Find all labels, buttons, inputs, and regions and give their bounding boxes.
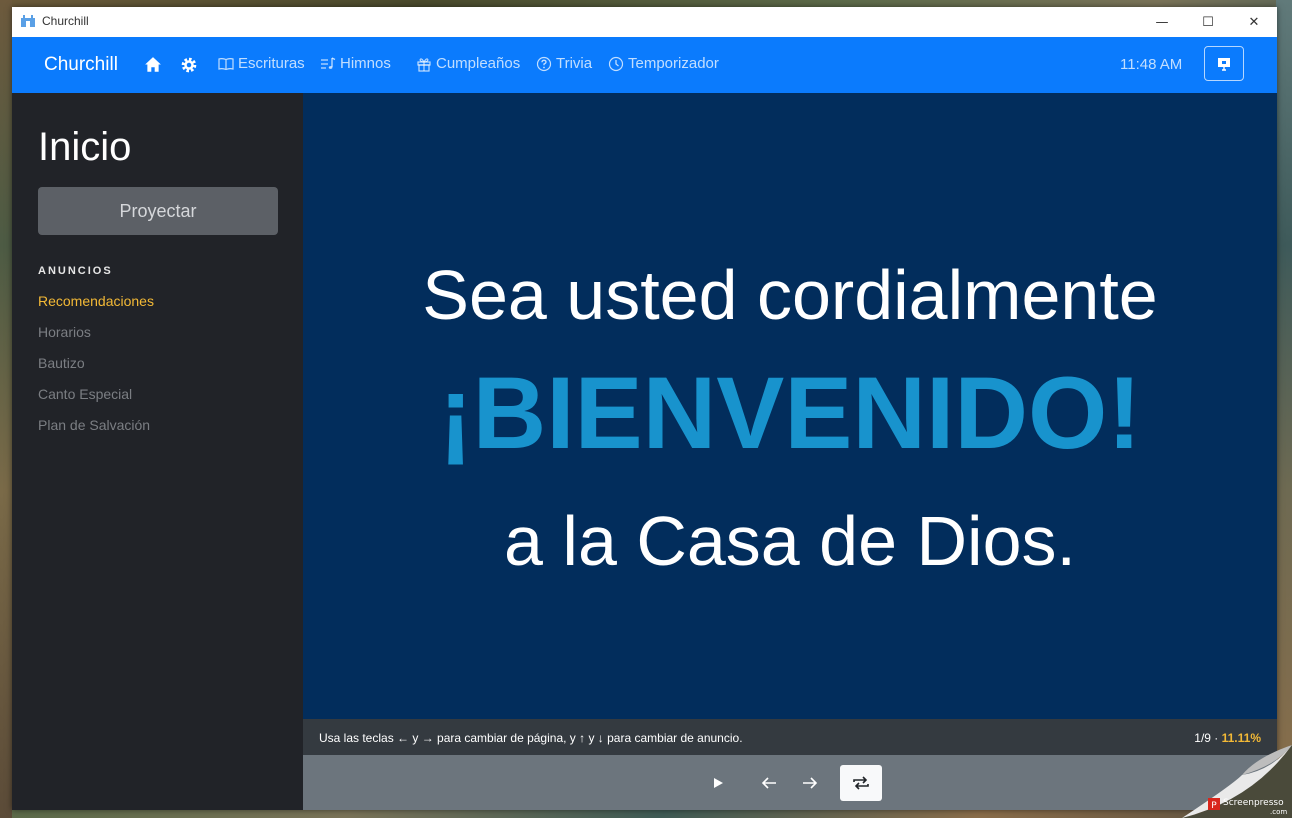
presentation-icon bbox=[1218, 57, 1230, 71]
nav-himnos[interactable]: Himnos bbox=[320, 55, 391, 72]
clock-display: 11:48 AM bbox=[1120, 56, 1183, 73]
nav-himnos-label: Himnos bbox=[340, 55, 391, 72]
title-bar[interactable]: Churchill — ☐ ✕ bbox=[12, 7, 1277, 37]
desktop-background-left bbox=[0, 0, 12, 818]
playback-controls bbox=[303, 755, 1277, 810]
slide-line-1: Sea usted cordialmente bbox=[422, 256, 1158, 334]
nav-trivia-label: Trivia bbox=[556, 55, 593, 72]
keyboard-hint: Usa las teclas ← y → para cambiar de pág… bbox=[319, 731, 743, 745]
sidebar-item-canto-especial[interactable]: Canto Especial bbox=[38, 386, 132, 402]
play-button[interactable] bbox=[698, 765, 738, 801]
window-title: Churchill bbox=[42, 14, 89, 28]
question-circle-icon bbox=[536, 56, 552, 71]
screenpresso-watermark: P Screenpresso .com bbox=[1182, 745, 1292, 818]
gift-icon bbox=[417, 57, 431, 72]
watermark-suffix: .com bbox=[1270, 808, 1287, 816]
section-heading-anuncios: ANUNCIOS bbox=[38, 265, 113, 277]
page-title: Inicio bbox=[38, 125, 132, 169]
top-navbar: Churchill Escrituras Himnos Cumpleaños T… bbox=[12, 37, 1277, 93]
home-icon[interactable] bbox=[144, 56, 162, 74]
page-counter: 1/9 · 11.11% bbox=[1194, 731, 1261, 745]
nav-escrituras-label: Escrituras bbox=[238, 55, 305, 72]
repeat-icon bbox=[853, 776, 869, 790]
play-icon bbox=[714, 778, 723, 788]
music-list-icon bbox=[321, 56, 336, 69]
nav-trivia[interactable]: Trivia bbox=[536, 55, 592, 72]
sidebar: Inicio Proyectar ANUNCIOS Recomendacione… bbox=[12, 93, 303, 810]
clock-icon bbox=[608, 56, 624, 71]
sidebar-item-recomendaciones[interactable]: Recomendaciones bbox=[38, 293, 154, 309]
slide-line-3: a la Casa de Dios. bbox=[504, 502, 1076, 580]
announcement-slide: Sea usted cordialmente ¡BIENVENIDO! a la… bbox=[303, 93, 1277, 719]
desktop-background-right bbox=[1276, 0, 1292, 818]
arrow-right-icon bbox=[803, 777, 818, 789]
maximize-button[interactable]: ☐ bbox=[1185, 7, 1231, 37]
progress-percent: 11.11% bbox=[1221, 731, 1261, 745]
sidebar-item-bautizo[interactable]: Bautizo bbox=[38, 355, 85, 371]
previous-button[interactable] bbox=[749, 765, 789, 801]
sidebar-item-horarios[interactable]: Horarios bbox=[38, 324, 91, 340]
arrow-left-icon bbox=[761, 777, 776, 789]
minimize-button[interactable]: — bbox=[1139, 7, 1185, 37]
slide-line-2-headline: ¡BIENVENIDO! bbox=[438, 356, 1142, 470]
app-window: Churchill — ☐ ✕ Churchill Escrituras Him… bbox=[12, 7, 1277, 810]
watermark-text: Screenpresso bbox=[1223, 798, 1284, 808]
book-icon bbox=[218, 57, 234, 70]
sidebar-item-plan-de-salvacion[interactable]: Plan de Salvación bbox=[38, 417, 150, 433]
svg-text:P: P bbox=[1211, 801, 1217, 811]
proyectar-button[interactable]: Proyectar bbox=[38, 187, 278, 235]
close-button[interactable]: ✕ bbox=[1231, 7, 1277, 37]
nav-cumpleanos-label: Cumpleaños bbox=[436, 55, 521, 72]
project-screen-button[interactable] bbox=[1204, 46, 1244, 81]
status-bar: Usa las teclas ← y → para cambiar de pág… bbox=[303, 719, 1277, 755]
nav-temporizador[interactable]: Temporizador bbox=[608, 55, 719, 72]
brand-link[interactable]: Churchill bbox=[44, 54, 118, 76]
app-logo-icon bbox=[21, 15, 35, 27]
next-button[interactable] bbox=[790, 765, 830, 801]
nav-temporizador-label: Temporizador bbox=[628, 55, 719, 72]
loop-toggle-button[interactable] bbox=[840, 765, 882, 801]
nav-escrituras[interactable]: Escrituras bbox=[218, 55, 305, 72]
nav-cumpleanos[interactable]: Cumpleaños bbox=[416, 55, 520, 72]
page-count: 1/9 · bbox=[1194, 731, 1222, 745]
gear-icon[interactable] bbox=[180, 56, 198, 74]
